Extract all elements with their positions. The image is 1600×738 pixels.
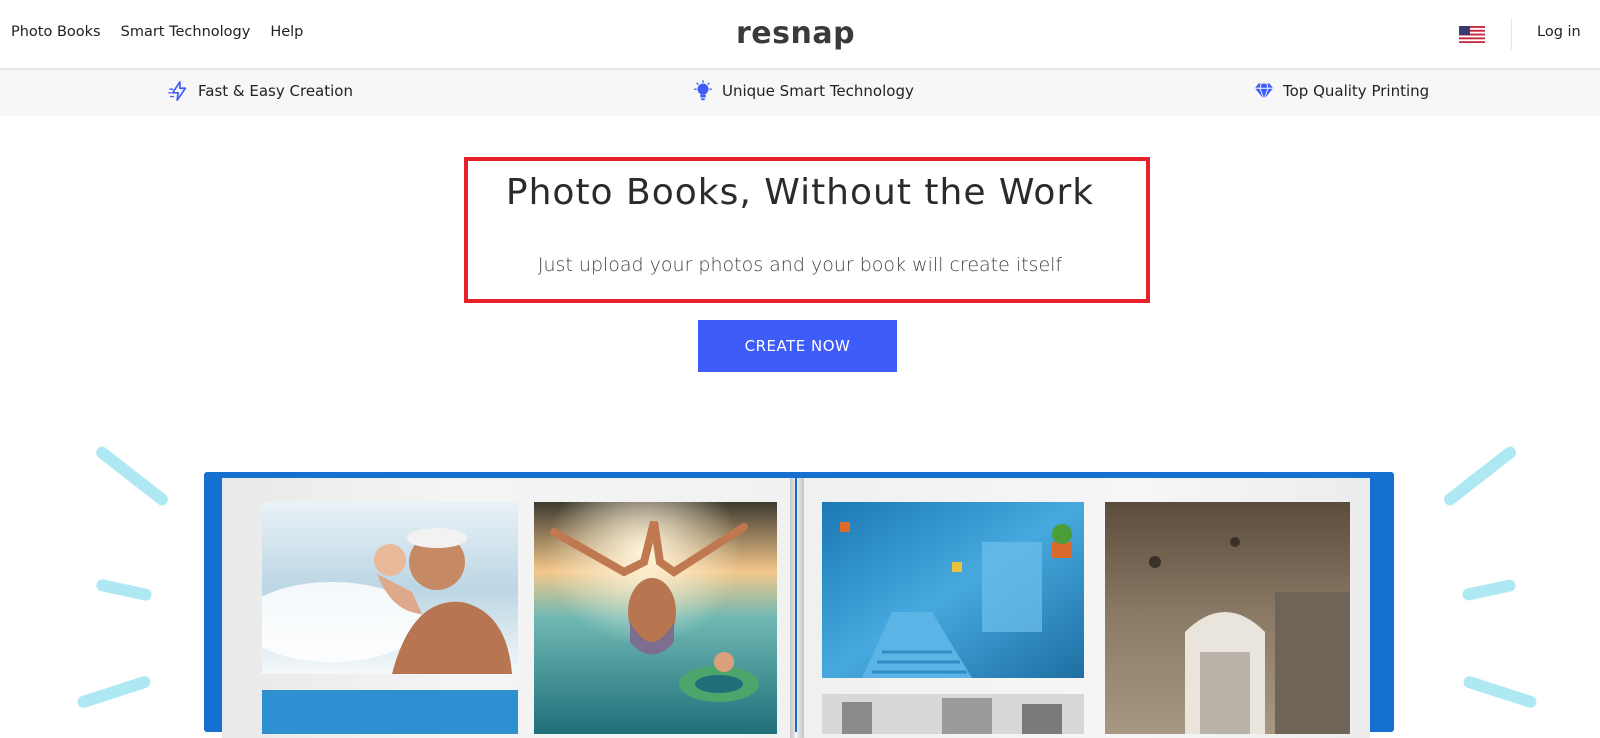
book-spine	[790, 478, 804, 738]
sparkle-line	[95, 578, 153, 602]
top-navigation: Photo Books Smart Technology Help resnap…	[0, 0, 1600, 68]
hero-title: Photo Books, Without the Work	[505, 172, 1095, 213]
photo-blue-sky-strip	[262, 690, 518, 734]
feature-label: Fast & Easy Creation	[198, 82, 353, 100]
create-now-button[interactable]: CREATE NOW	[698, 320, 897, 372]
us-flag-icon[interactable]	[1459, 26, 1485, 43]
photo-blue-alley	[822, 502, 1084, 678]
sparkle-line	[93, 444, 171, 508]
nav-link-photo-books[interactable]: Photo Books	[11, 24, 101, 40]
photo-pool-jump	[534, 502, 777, 734]
photo-beach-grandfather	[262, 502, 518, 674]
feature-top-quality: Top Quality Printing	[1253, 80, 1429, 102]
login-link[interactable]: Log in	[1537, 24, 1581, 40]
sparkle-line	[1461, 578, 1517, 602]
sparkle-line	[76, 674, 152, 710]
feature-label: Top Quality Printing	[1283, 82, 1430, 100]
lightbulb-icon	[694, 80, 712, 101]
nav-link-smart-technology[interactable]: Smart Technology	[121, 24, 251, 40]
diamond-icon	[1254, 83, 1274, 100]
nav-divider	[1511, 18, 1512, 50]
hero-subtitle: Just upload your photos and your book wi…	[537, 254, 1063, 276]
photo-bw-strip	[822, 694, 1084, 734]
nav-links: Photo Books Smart Technology Help	[11, 24, 303, 40]
feature-label: Unique Smart Technology	[722, 82, 914, 100]
feature-fast-easy: Fast & Easy Creation	[168, 80, 353, 102]
nav-link-help[interactable]: Help	[270, 24, 303, 40]
sparkle-line	[1441, 444, 1519, 508]
resnap-logo[interactable]: resnap	[736, 16, 855, 51]
photo-stone-arch	[1105, 502, 1350, 734]
feature-smart-technology: Unique Smart Technology	[692, 80, 914, 102]
feature-strip: Fast & Easy Creation Unique Smart Techno…	[0, 68, 1600, 116]
sparkle-line	[1462, 674, 1538, 710]
lightning-icon	[168, 81, 187, 101]
photo-book-illustration	[204, 472, 1394, 738]
